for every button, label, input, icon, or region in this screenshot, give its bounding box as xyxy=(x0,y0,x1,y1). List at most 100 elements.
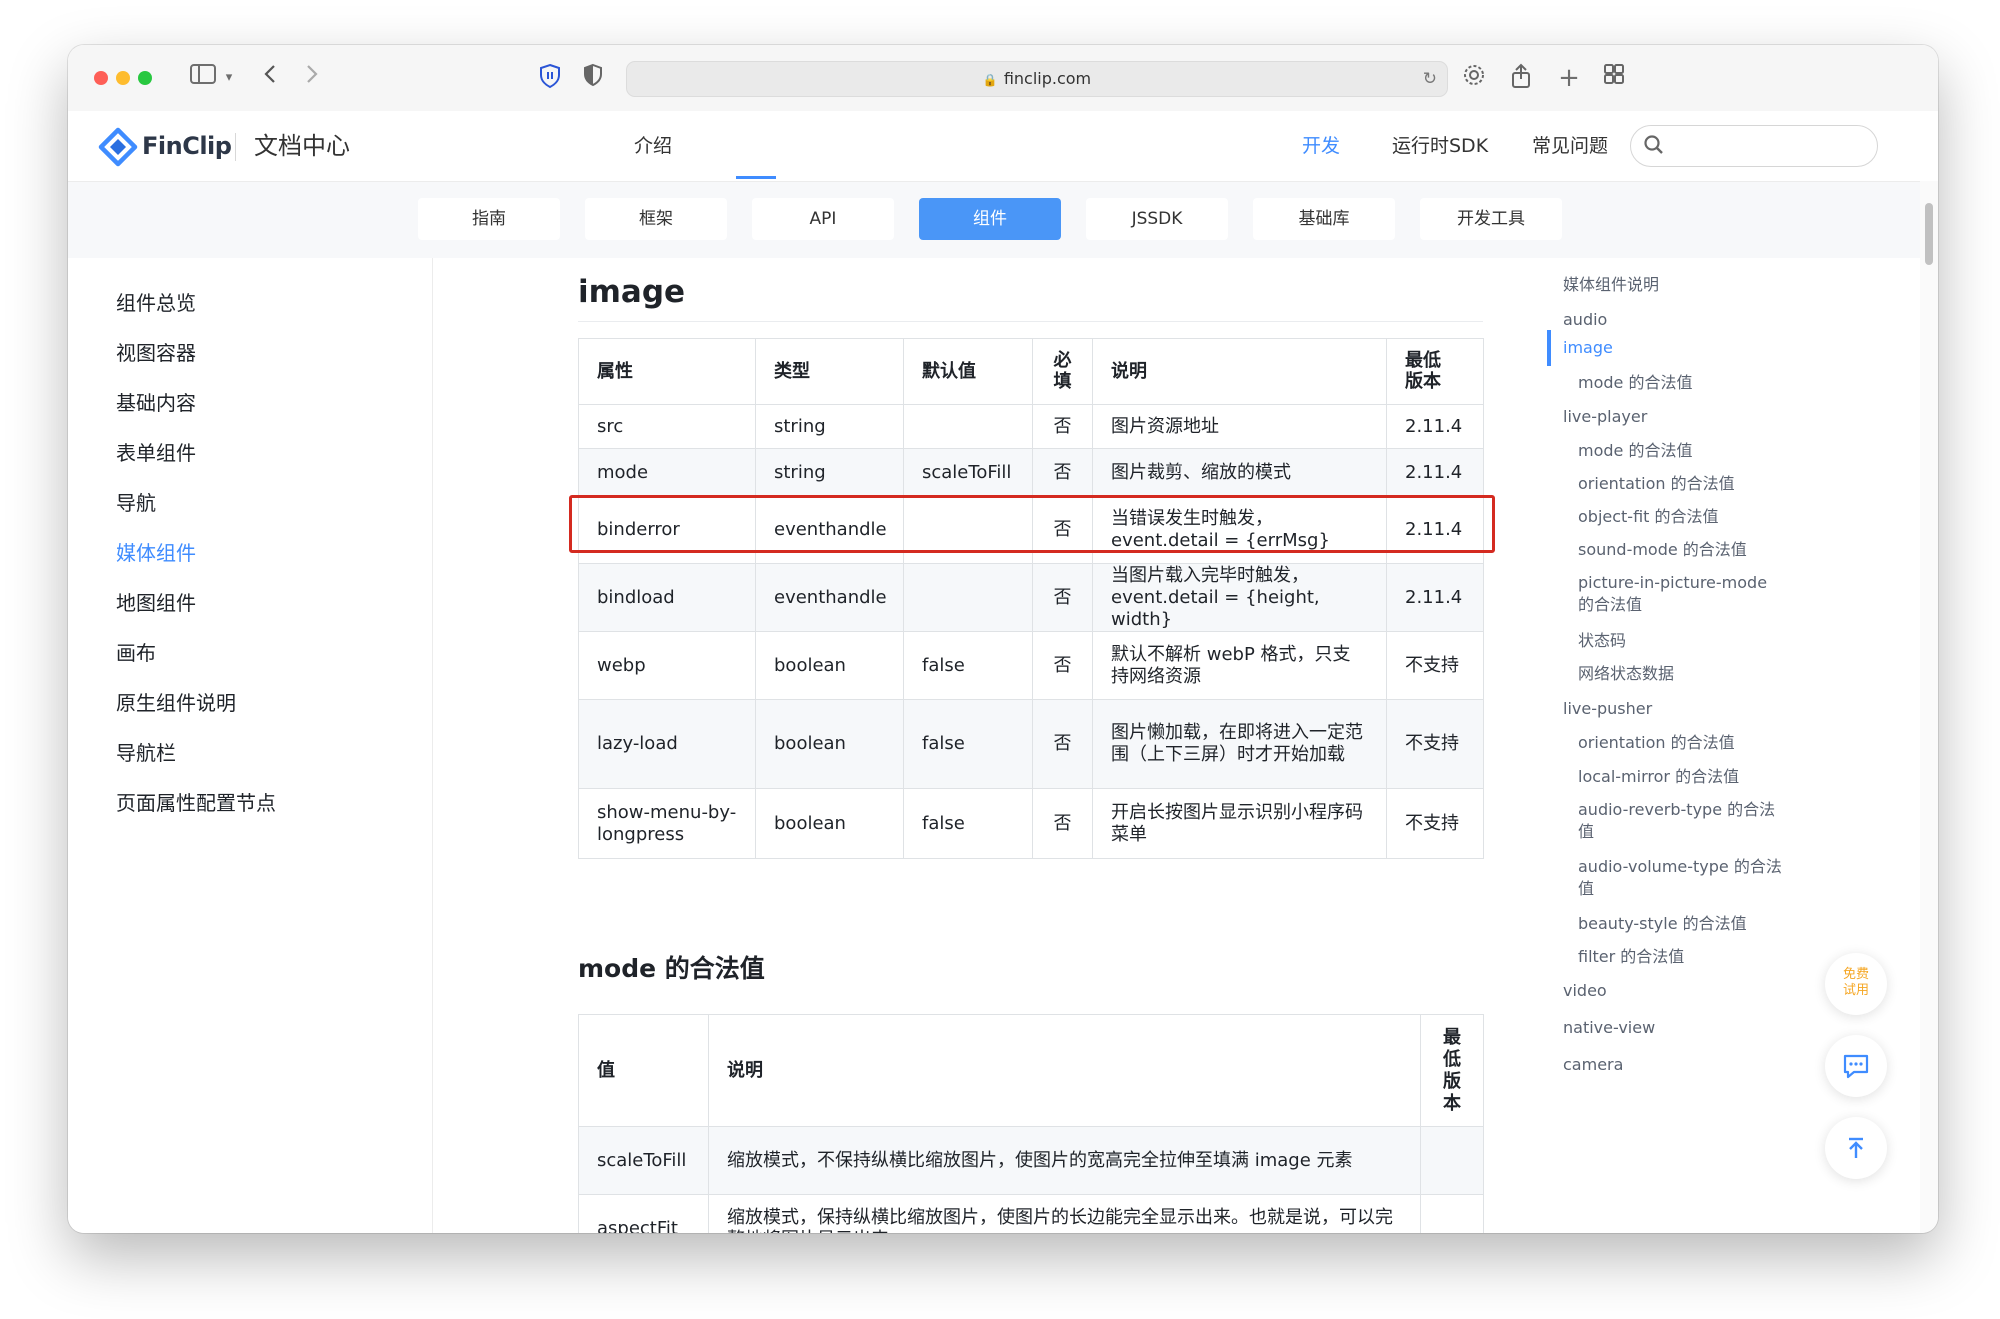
tab-api[interactable]: API xyxy=(752,198,894,240)
new-tab-icon[interactable]: + xyxy=(1556,63,1582,93)
sidebar-item-media[interactable]: 媒体组件 xyxy=(116,538,196,568)
tab-guide[interactable]: 指南 xyxy=(418,198,560,240)
toc-item[interactable]: 网络状态数据 xyxy=(1578,663,1788,685)
cell-default: false xyxy=(903,631,1033,700)
sidebar-item-map[interactable]: 地图组件 xyxy=(116,588,196,618)
sidebar-item-basic-content[interactable]: 基础内容 xyxy=(116,388,196,418)
cell-type: boolean xyxy=(755,699,904,789)
cell-type: boolean xyxy=(755,631,904,700)
shield-icon[interactable] xyxy=(536,63,564,93)
search-box[interactable] xyxy=(1630,125,1878,167)
share-icon[interactable] xyxy=(1508,63,1534,93)
minimize-window-button[interactable] xyxy=(116,71,130,85)
nav-item-intro[interactable]: 介绍 xyxy=(634,111,672,181)
toc-item[interactable]: local-mirror 的合法值 xyxy=(1578,766,1788,788)
toc-item[interactable]: mode 的合法值 xyxy=(1578,372,1788,394)
toc-item-active[interactable]: image xyxy=(1563,337,1773,359)
nav-item-develop[interactable]: 开发 xyxy=(1302,111,1340,181)
toc-item[interactable]: video xyxy=(1563,980,1773,1002)
docs-center-title[interactable]: 文档中心 xyxy=(254,127,350,165)
sidebar-item-navbar[interactable]: 导航栏 xyxy=(116,738,176,768)
sidebar-item-view-container[interactable]: 视图容器 xyxy=(116,338,196,368)
free-trial-label: 免费试用 xyxy=(1842,967,1869,998)
toc-item[interactable]: orientation 的合法值 xyxy=(1578,473,1788,495)
toc-item[interactable]: audio xyxy=(1563,309,1773,331)
cell-value: scaleToFill xyxy=(578,1126,709,1195)
chat-button[interactable] xyxy=(1825,1035,1887,1097)
tab-components[interactable]: 组件 xyxy=(919,198,1061,240)
tab-dev-tools[interactable]: 开发工具 xyxy=(1420,198,1562,240)
toc-item[interactable]: orientation 的合法值 xyxy=(1578,732,1788,754)
tab-overview-icon[interactable] xyxy=(1600,63,1628,93)
toc-item[interactable]: audio-volume-type 的合法值 xyxy=(1578,856,1788,900)
back-to-top-button[interactable] xyxy=(1825,1117,1887,1179)
toc-item[interactable]: filter 的合法值 xyxy=(1578,946,1788,968)
cell-default: false xyxy=(903,699,1033,789)
sidebar-item-navigation[interactable]: 导航 xyxy=(116,488,156,518)
cell-required: 否 xyxy=(1032,496,1093,564)
cell-type: boolean xyxy=(755,788,904,859)
cell-description: 当图片载入完毕时触发，event.detail = {height, width… xyxy=(1092,563,1387,632)
toc-item[interactable]: sound-mode 的合法值 xyxy=(1578,539,1788,561)
tab-framework[interactable]: 框架 xyxy=(585,198,727,240)
toc-item[interactable]: camera xyxy=(1563,1054,1773,1076)
cell-min-version xyxy=(1420,1194,1484,1233)
search-input[interactable] xyxy=(1673,131,1867,161)
cell-required: 否 xyxy=(1032,699,1093,789)
sidebar-item-form[interactable]: 表单组件 xyxy=(116,438,196,468)
cell-description: 图片懒加载，在即将进入一定范围（上下三屏）时才开始加载 xyxy=(1092,699,1387,789)
sidebar-item-canvas[interactable]: 画布 xyxy=(116,638,156,668)
table-of-contents: 媒体组件说明 audio image mode 的合法值 live-player… xyxy=(1547,258,1817,1233)
finclip-logo-icon[interactable] xyxy=(98,127,138,167)
cell-type: eventhandle xyxy=(755,563,904,632)
toc-item[interactable]: native-view xyxy=(1563,1017,1773,1039)
sidebar-item-native-components[interactable]: 原生组件说明 xyxy=(116,688,236,718)
cell-attribute: show-menu-by-longpress xyxy=(578,788,756,859)
toc-item[interactable]: live-pusher xyxy=(1563,698,1773,720)
cell-default xyxy=(903,563,1033,632)
address-bar[interactable]: 🔒 finclip.com ↻ xyxy=(626,61,1448,97)
close-window-button[interactable] xyxy=(94,71,108,85)
free-trial-button[interactable]: 免费试用 xyxy=(1825,953,1887,1015)
col-header-type: 类型 xyxy=(755,338,904,405)
toc-active-indicator xyxy=(1547,330,1551,366)
chevron-down-icon[interactable]: ▾ xyxy=(220,63,238,93)
nav-item-faq[interactable]: 常见问题 xyxy=(1532,111,1608,181)
table-row: show-menu-by-longpress boolean false 否 开… xyxy=(578,788,1484,859)
sidebar-toggle-icon[interactable] xyxy=(188,63,218,93)
scrollbar-thumb[interactable] xyxy=(1925,203,1933,265)
col-header-description: 说明 xyxy=(708,1014,1421,1127)
nav-item-runtime-sdk[interactable]: 运行时SDK xyxy=(1392,111,1488,181)
toc-item[interactable]: beauty-style 的合法值 xyxy=(1578,913,1788,935)
col-header-attribute: 属性 xyxy=(578,338,756,405)
sidebar-item-overview[interactable]: 组件总览 xyxy=(116,288,196,318)
mode-values-table: 值 说明 最低版本 scaleToFill 缩放模式，不保持纵横比缩放图片，使图… xyxy=(578,1014,1484,1233)
logo-text[interactable]: FinClip xyxy=(142,127,232,165)
tab-jssdk[interactable]: JSSDK xyxy=(1086,198,1228,240)
toc-item[interactable]: 媒体组件说明 xyxy=(1563,274,1773,296)
back-icon[interactable] xyxy=(258,63,282,93)
cell-description: 缩放模式，保持纵横比缩放图片，使图片的长边能完全显示出来。也就是说，可以完整地将… xyxy=(708,1194,1421,1233)
gear-icon[interactable] xyxy=(1460,63,1488,93)
zoom-window-button[interactable] xyxy=(138,71,152,85)
table-row: webp boolean false 否 默认不解析 webP 格式，只支持网络… xyxy=(578,631,1484,700)
privacy-report-icon[interactable] xyxy=(580,63,606,93)
scrollbar-track[interactable] xyxy=(1920,181,1938,1233)
col-header-value: 值 xyxy=(578,1014,709,1127)
nav-active-indicator xyxy=(736,176,776,179)
toc-item[interactable]: picture-in-picture-mode 的合法值 xyxy=(1578,572,1788,616)
toc-item[interactable]: 状态码 xyxy=(1578,630,1788,652)
toc-item[interactable]: live-player xyxy=(1563,406,1773,428)
image-props-table: 属性 类型 默认值 必填 说明 最低版本 src string 否 图片资源地址… xyxy=(578,338,1484,859)
cell-required: 否 xyxy=(1032,448,1093,497)
sidebar-item-page-meta[interactable]: 页面属性配置节点 xyxy=(116,788,276,818)
toc-item[interactable]: object-fit 的合法值 xyxy=(1578,506,1788,528)
forward-icon[interactable] xyxy=(300,63,324,93)
toc-item[interactable]: audio-reverb-type 的合法值 xyxy=(1578,799,1788,843)
reload-icon[interactable]: ↻ xyxy=(1423,62,1437,96)
tab-base-library[interactable]: 基础库 xyxy=(1253,198,1395,240)
cell-default: scaleToFill xyxy=(903,448,1033,497)
table-row: aspectFit 缩放模式，保持纵横比缩放图片，使图片的长边能完全显示出来。也… xyxy=(578,1194,1484,1233)
col-header-default: 默认值 xyxy=(903,338,1033,405)
toc-item[interactable]: mode 的合法值 xyxy=(1578,440,1788,462)
